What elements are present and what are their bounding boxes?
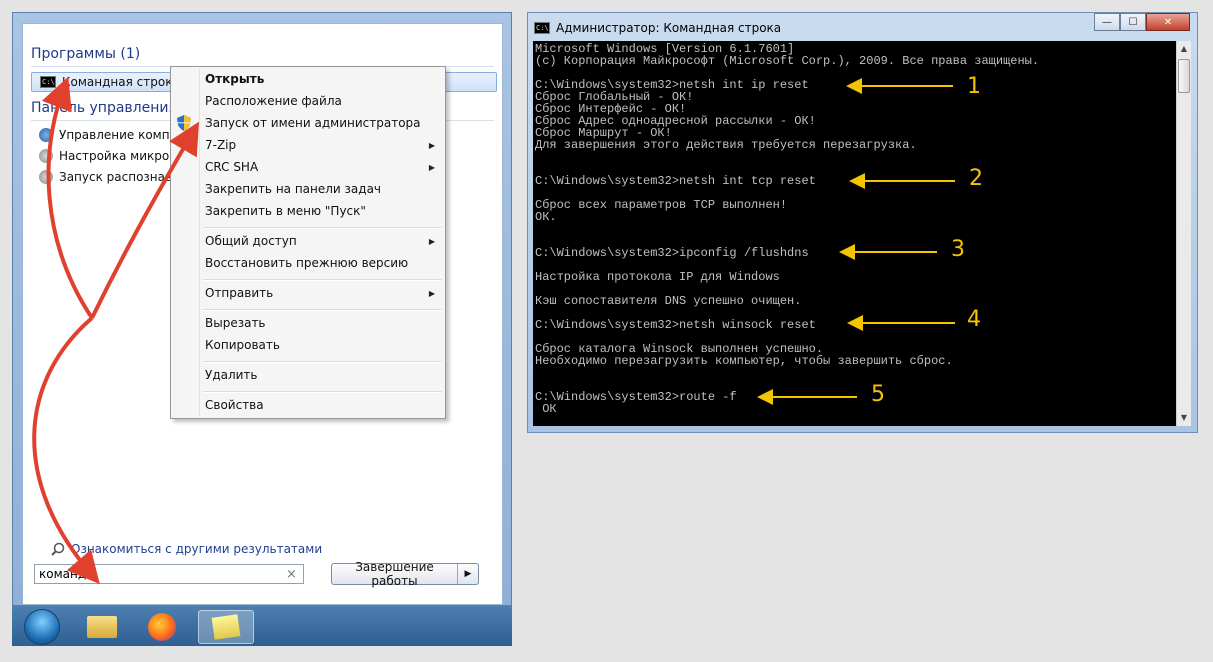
step-number-4: 4 — [967, 307, 981, 332]
submenu-arrow-icon: ▶ — [428, 162, 435, 172]
search-icon — [51, 542, 65, 556]
ctx-open[interactable]: Открыть — [205, 69, 435, 89]
window-titlebar[interactable]: C:\ Администратор: Командная строка — [534, 17, 781, 39]
console-scrollbar[interactable]: ▲ ▼ — [1176, 41, 1191, 426]
ctx-pin-taskbar[interactable]: Закрепить на панели задач — [205, 179, 435, 199]
minimize-button[interactable]: — — [1094, 13, 1120, 31]
programs-header: Программы (1) — [31, 46, 141, 62]
windows-logo-icon — [24, 609, 60, 645]
uac-shield-icon — [177, 115, 191, 131]
console-line: Кэш сопоставителя DNS успешно очищен. — [535, 294, 802, 308]
shutdown-button[interactable]: Завершение работы ▶ — [331, 560, 479, 588]
ctx-pin-start[interactable]: Закрепить в меню "Пуск" — [205, 201, 435, 221]
console-output[interactable]: Microsoft Windows [Version 6.1.7601] (c) … — [533, 41, 1176, 426]
ctx-label: Общий доступ — [205, 234, 297, 248]
console-line: Необходимо перезагрузить компьютер, чтоб… — [535, 354, 953, 368]
menu-separator — [203, 309, 442, 311]
console-line: Для завершения этого действия требуется … — [535, 138, 917, 152]
ctx-label: Вырезать — [205, 316, 266, 330]
ctx-run-as-admin[interactable]: Запуск от имени администратора — [205, 113, 435, 133]
console-line: Сброс всех параметров TCP выполнен! — [535, 198, 788, 212]
ctx-cut[interactable]: Вырезать — [205, 313, 435, 333]
control-panel-header: Панель управления — [31, 100, 177, 116]
step-number-5: 5 — [871, 382, 885, 407]
start-button[interactable] — [16, 609, 68, 645]
menu-separator — [203, 279, 442, 281]
ctx-label: Свойства — [205, 398, 264, 412]
console-line: ОК. — [535, 210, 557, 224]
ctx-label: Запуск от имени администратора — [205, 116, 421, 130]
shutdown-label: Завершение работы — [355, 560, 434, 588]
folder-icon — [87, 616, 117, 638]
result-label: Запуск распознава — [59, 170, 180, 184]
taskbar — [12, 606, 512, 646]
submenu-arrow-icon: ▶ — [428, 140, 435, 150]
ctx-share[interactable]: Общий доступ ▶ — [205, 231, 435, 251]
ctx-label: Расположение файла — [205, 94, 342, 108]
ctx-label: Удалить — [205, 368, 258, 382]
ctx-7zip[interactable]: 7-Zip ▶ — [205, 135, 435, 155]
ctx-properties[interactable]: Свойства — [205, 395, 435, 415]
console-line: ОК — [535, 402, 557, 416]
ctx-label: Отправить — [205, 286, 274, 300]
ctx-label: Копировать — [205, 338, 280, 352]
start-menu-bottom-bar: × Завершение работы ▶ — [22, 558, 503, 602]
scroll-down-icon[interactable]: ▼ — [1177, 410, 1191, 426]
ctx-label: CRC SHA — [205, 160, 259, 174]
console-line: Настройка протокола IP для Windows — [535, 270, 780, 284]
command-prompt-window: C:\ Администратор: Командная строка — ☐ … — [527, 12, 1198, 433]
console-line: C:\Windows\system32>route -f — [535, 390, 737, 404]
result-label: Командная строка — [62, 75, 180, 89]
ctx-restore-version[interactable]: Восстановить прежнюю версию — [205, 253, 435, 273]
result-label: Управление компь — [59, 128, 177, 142]
step-number-3: 3 — [951, 237, 965, 262]
taskbar-firefox[interactable] — [136, 610, 188, 644]
menu-separator — [203, 391, 442, 393]
ctx-label: Восстановить прежнюю версию — [205, 256, 409, 270]
menu-separator — [203, 227, 442, 229]
search-input[interactable] — [34, 564, 304, 584]
cmd-icon: C:\ — [534, 22, 550, 34]
computer-management-icon — [39, 128, 53, 142]
more-results-label: Ознакомиться с другими результатами — [71, 542, 323, 556]
menu-separator — [203, 361, 442, 363]
ctx-label: 7-Zip — [205, 138, 237, 152]
result-label: Настройка микроф — [59, 149, 180, 163]
microphone-icon — [39, 149, 53, 163]
step-number-1: 1 — [967, 74, 981, 99]
sticky-notes-icon — [211, 614, 241, 640]
ctx-crc-sha[interactable]: CRC SHA ▶ — [205, 157, 435, 177]
ctx-label: Закрепить на панели задач — [205, 182, 382, 196]
context-menu: Открыть Расположение файла Запуск от име… — [170, 66, 446, 419]
scroll-thumb[interactable] — [1178, 59, 1190, 93]
clear-search-icon[interactable]: × — [286, 567, 297, 582]
taskbar-sticky-notes[interactable] — [198, 610, 254, 644]
firefox-icon — [148, 613, 176, 641]
maximize-button[interactable]: ☐ — [1120, 13, 1146, 31]
ctx-delete[interactable]: Удалить — [205, 365, 435, 385]
window-title: Администратор: Командная строка — [556, 21, 782, 35]
ctx-label: Открыть — [205, 72, 265, 86]
ctx-send-to[interactable]: Отправить ▶ — [205, 283, 435, 303]
shutdown-options-arrow-icon[interactable]: ▶ — [457, 564, 478, 584]
close-button[interactable]: ✕ — [1146, 13, 1190, 31]
submenu-arrow-icon: ▶ — [428, 236, 435, 246]
taskbar-explorer[interactable] — [76, 610, 128, 644]
console-line: C:\Windows\system32>netsh int tcp reset — [535, 174, 816, 188]
cmd-icon: C:\ — [40, 76, 56, 88]
console-line: (c) Корпорация Майкрософт (Microsoft Cor… — [535, 54, 1040, 68]
console-line: C:\Windows\system32>netsh winsock reset — [535, 318, 816, 332]
submenu-arrow-icon: ▶ — [428, 288, 435, 298]
ctx-file-location[interactable]: Расположение файла — [205, 91, 435, 111]
speech-recognition-icon — [39, 170, 53, 184]
scroll-up-icon[interactable]: ▲ — [1177, 41, 1191, 57]
step-number-2: 2 — [969, 166, 983, 191]
more-results-link[interactable]: Ознакомиться с другими результатами — [51, 542, 322, 556]
ctx-label: Закрепить в меню "Пуск" — [205, 204, 366, 218]
ctx-copy[interactable]: Копировать — [205, 335, 435, 355]
console-line: C:\Windows\system32>ipconfig /flushdns — [535, 246, 809, 260]
